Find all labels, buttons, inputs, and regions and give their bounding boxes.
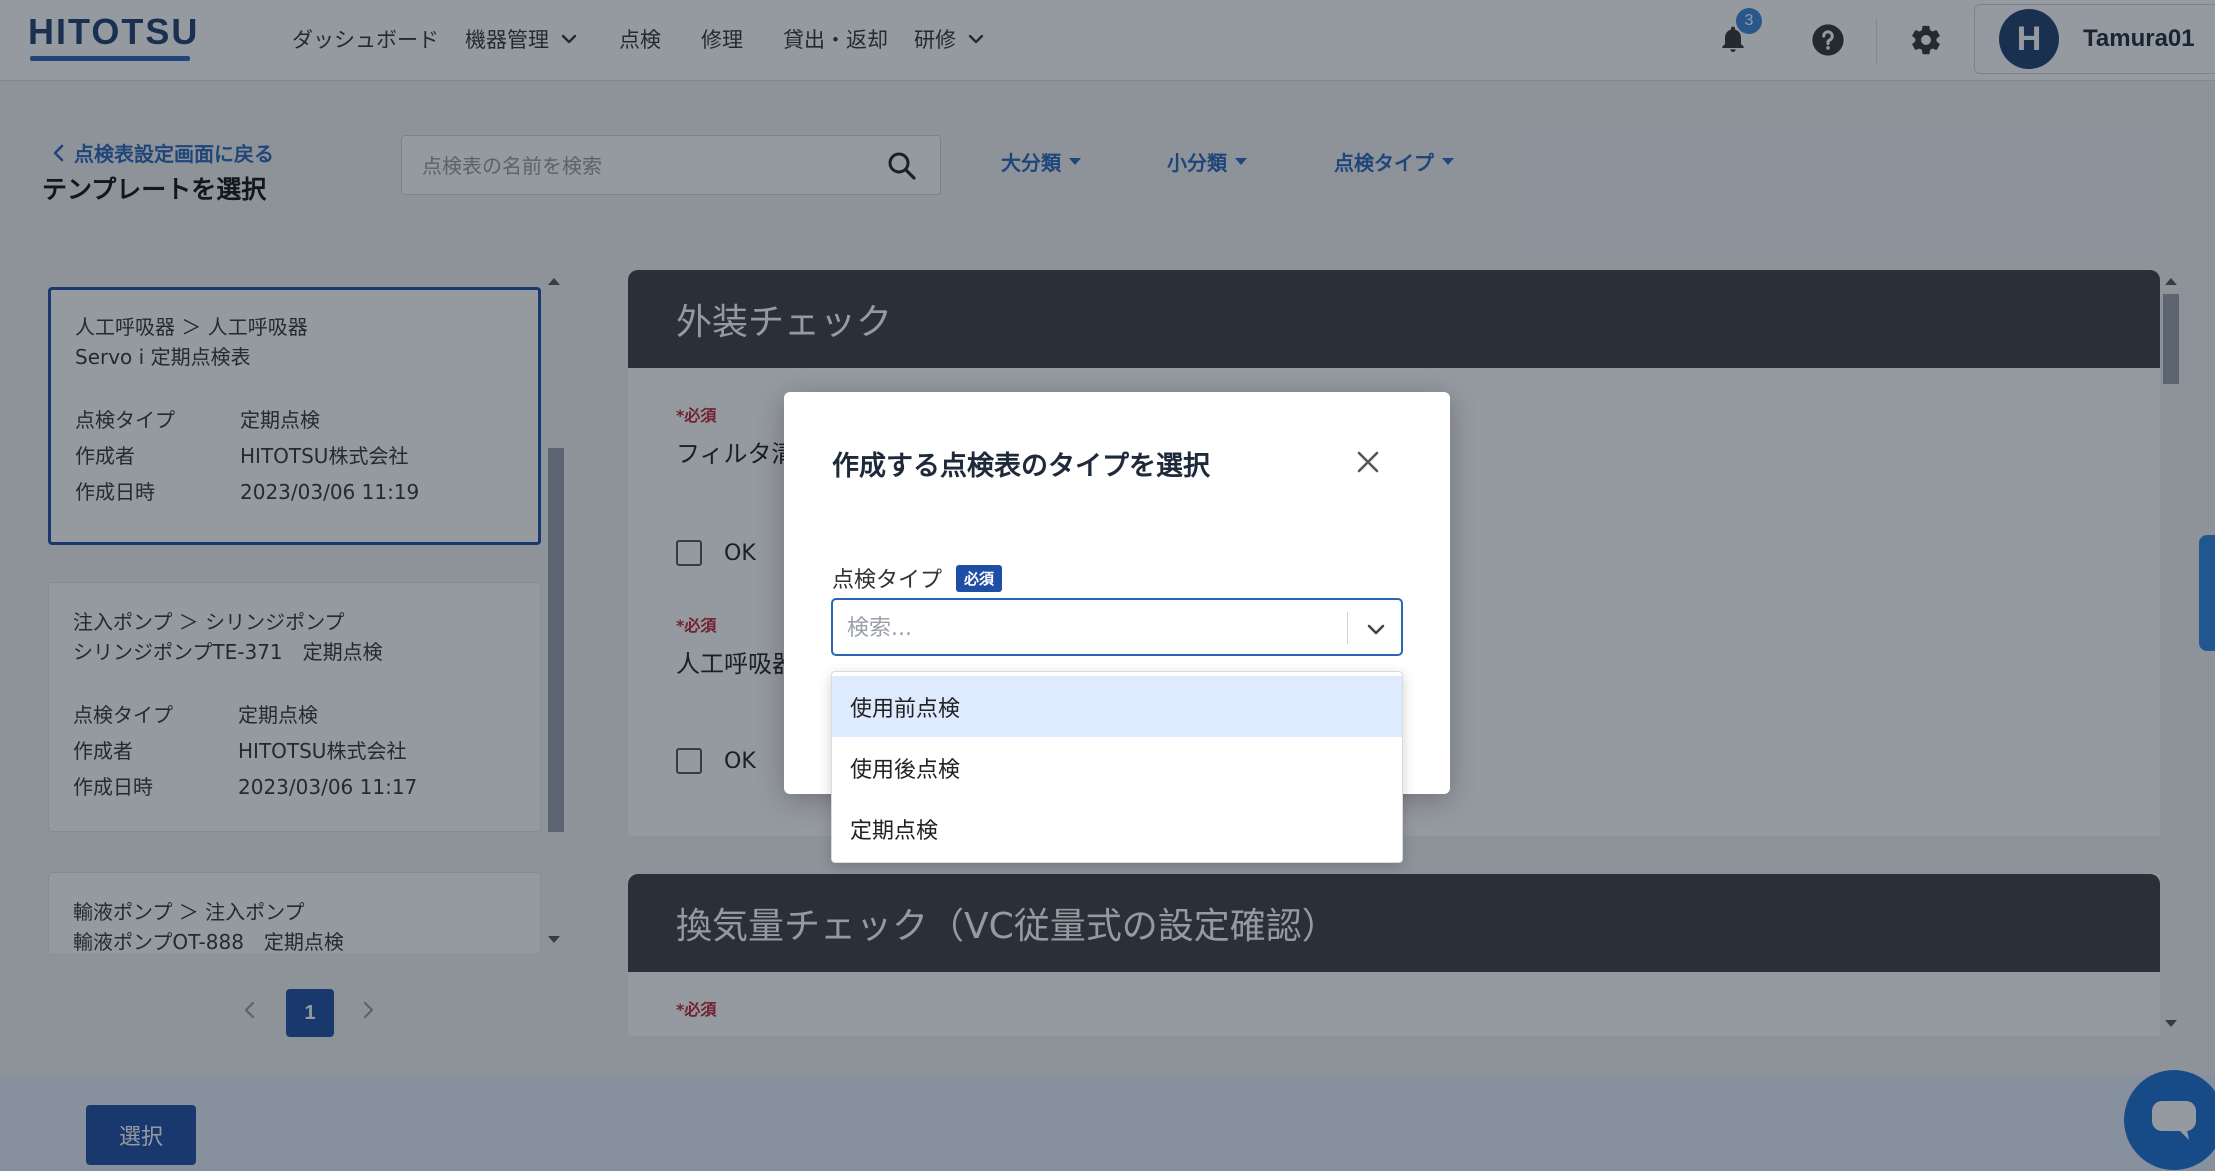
combo-separator [1347, 612, 1348, 644]
option-post-use[interactable]: 使用後点検 [832, 737, 1402, 798]
close-icon [1357, 451, 1379, 473]
option-pre-use[interactable]: 使用前点検 [832, 676, 1402, 737]
modal-title: 作成する点検表のタイプを選択 [832, 451, 1210, 482]
type-field-label: 点検タイプ 必須 [832, 562, 1003, 594]
field-label-text: 点検タイプ [832, 568, 943, 593]
chevron-down-icon[interactable] [1363, 616, 1389, 642]
close-button[interactable] [1348, 442, 1388, 482]
type-options-list: 使用前点検 使用後点検 定期点検 [831, 671, 1403, 863]
type-combobox[interactable] [831, 598, 1403, 656]
option-periodic[interactable]: 定期点検 [832, 798, 1402, 859]
type-search-input[interactable] [847, 610, 1327, 646]
required-badge: 必須 [956, 564, 1003, 592]
